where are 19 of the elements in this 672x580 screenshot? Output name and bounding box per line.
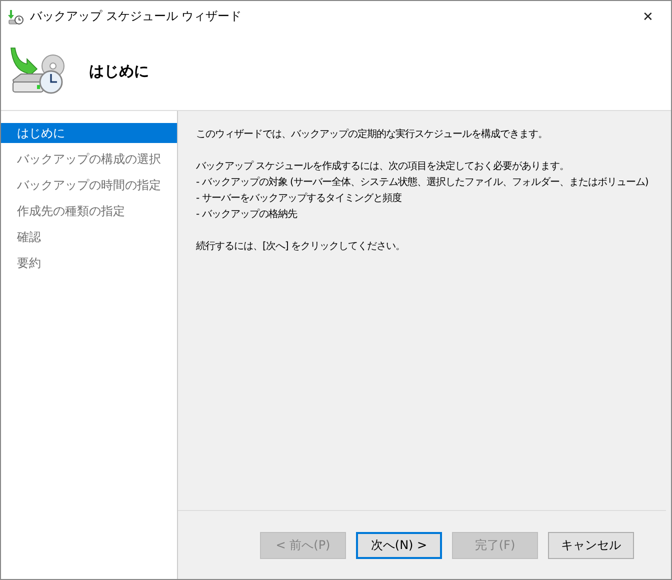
step-item[interactable]: バックアップの構成の選択	[1, 149, 177, 169]
step-item[interactable]: バックアップの時間の指定	[1, 175, 177, 195]
requirement-item: - バックアップの格納先	[196, 208, 298, 222]
step-item[interactable]: 要約	[1, 253, 177, 273]
backup-clock-icon	[8, 8, 24, 24]
step-item[interactable]: 確認	[1, 227, 177, 247]
step-item[interactable]: はじめに	[1, 123, 177, 143]
backup-drive-icon	[9, 46, 65, 96]
page-heading: はじめに	[89, 62, 149, 80]
intro-text: このウィザードでは、バックアップの定期的な実行スケジュールを構成できます。	[196, 128, 548, 142]
window-title: バックアップ スケジュール ウィザード	[30, 8, 243, 25]
wizard-button[interactable]: 次へ(N) >	[356, 532, 442, 558]
wizard-button[interactable]: キャンセル	[548, 532, 634, 558]
close-button[interactable]: ✕	[625, 1, 671, 32]
requirement-item: - サーバーをバックアップするタイミングと頻度	[196, 192, 402, 206]
requirement-item: - バックアップの対象 (サーバー全体、システム状態、選択したファイル、フォルダー、またはボリューム)	[196, 176, 650, 190]
continue-text: 続行するには、[次へ] をクリックしてください。	[196, 240, 406, 254]
step-item[interactable]: 作成先の種類の指定	[1, 201, 177, 221]
requirements-heading: バックアップ スケジュールを作成するには、次の項目を決定しておく必要があります。	[196, 160, 570, 174]
